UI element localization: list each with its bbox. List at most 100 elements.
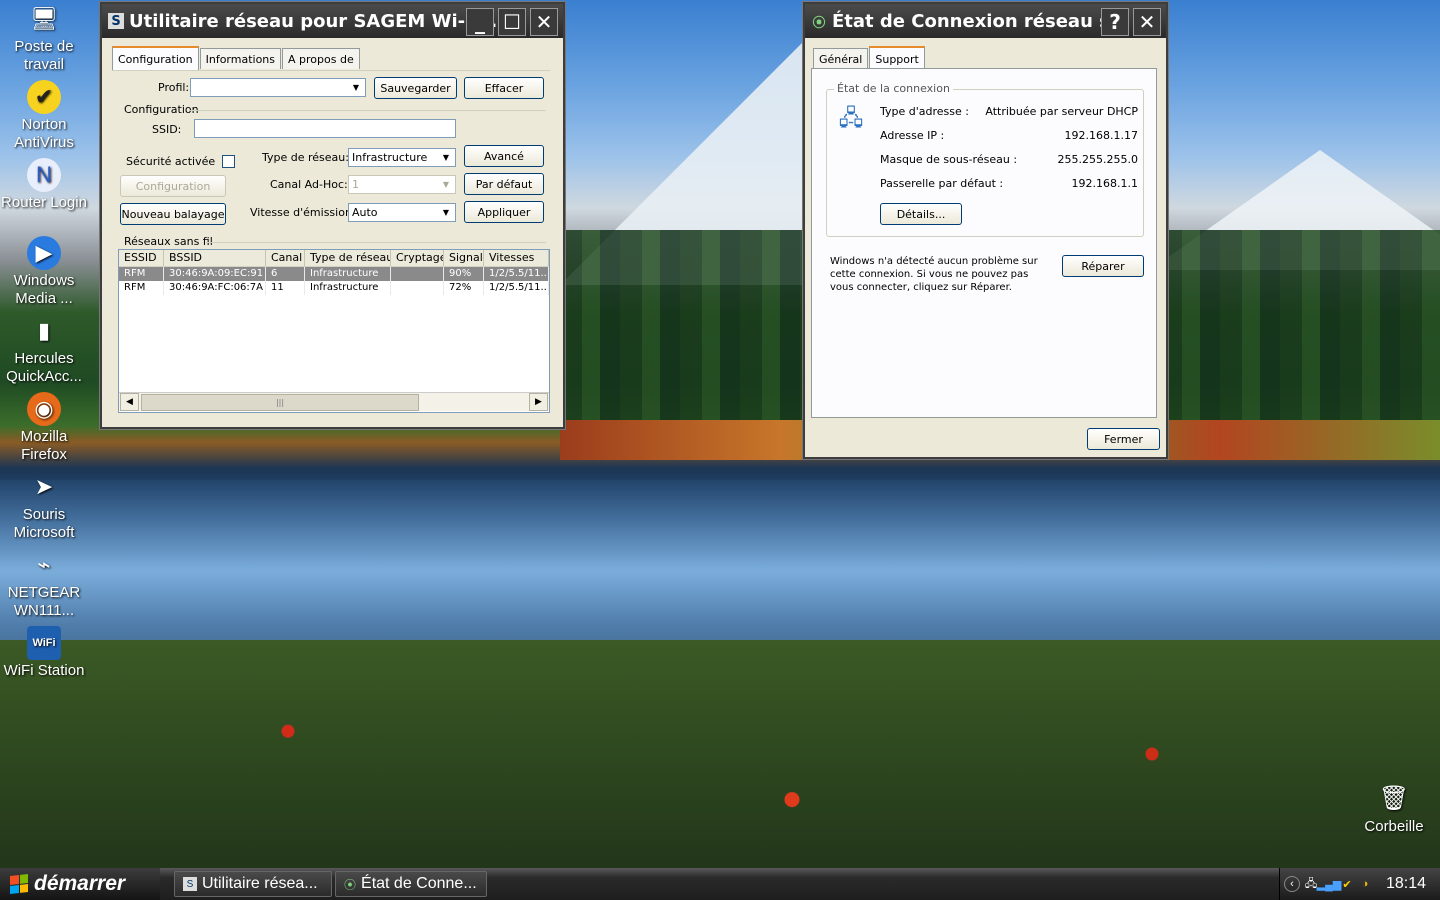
desktop-icon-label: Souris Microsoft (13, 506, 75, 541)
close-button[interactable]: ✕ (530, 8, 558, 36)
netgear-icon: ⌁ (37, 552, 51, 577)
apply-button[interactable]: Appliquer (464, 201, 544, 223)
recycle-bin[interactable]: 🗑 Corbeille (1350, 782, 1438, 836)
support-panel: État de la connexion 🖧 Type d'adresse : … (811, 68, 1157, 418)
repair-button[interactable]: Réparer (1062, 255, 1144, 277)
column-canal[interactable]: Canal (266, 250, 305, 266)
advanced-button[interactable]: Avancé (464, 145, 544, 167)
scroll-right-button[interactable]: ▶ (529, 393, 548, 411)
connection-group-title: État de la connexion (834, 82, 953, 95)
tx-rate-select[interactable]: Auto ▼ (348, 203, 456, 222)
networks-list-rows: RFM 30:46:9A:09:EC:91 6 Infrastructure 90% 1/… (119, 267, 549, 295)
desktop-icon-label: NETGEAR WN111... (7, 584, 81, 619)
desktop-icon-label: Hercules QuickAcc... (6, 350, 82, 385)
network-type-select[interactable]: Infrastructure ▼ (348, 148, 456, 167)
start-button[interactable]: démarrer (0, 868, 160, 900)
chevron-left-icon[interactable]: ‹ (1284, 876, 1300, 892)
desktop-icon-netgear[interactable]: ⌁ NETGEAR WN111... (0, 548, 88, 620)
address-type-label: Type d'adresse : (880, 105, 969, 118)
computer-icon: 🖥 (30, 6, 58, 31)
norton-icon: ✔ (27, 80, 61, 114)
desktop-icon-label: WiFi Station (3, 662, 85, 679)
column-cryptage[interactable]: Cryptage (391, 250, 444, 266)
adhoc-channel-label: Canal Ad-Hoc: (270, 178, 348, 191)
details-button[interactable]: Détails... (880, 203, 962, 225)
wifi-station-icon: WiFi (27, 626, 61, 660)
cell-cryptage (391, 281, 444, 295)
desktop-icon-firefox[interactable]: ◉ Mozilla Firefox (0, 392, 88, 464)
column-bssid[interactable]: BSSID (164, 250, 266, 266)
tab-a-propos[interactable]: A propos de (282, 48, 360, 69)
networks-list[interactable]: ESSID BSSID Canal Type de réseau Cryptag… (118, 249, 550, 413)
minimize-button[interactable]: _ (466, 8, 494, 36)
desktop-icon-label: Norton AntiVirus (14, 116, 74, 151)
chevron-down-icon: ▼ (442, 180, 450, 189)
cell-canal: 11 (266, 281, 305, 295)
column-type[interactable]: Type de réseau (305, 250, 391, 266)
network-icon: ⦿ (344, 877, 357, 892)
network-connection-icon: 🖧 (838, 106, 864, 131)
tab-informations[interactable]: Informations (199, 48, 282, 69)
close-dialog-button[interactable]: Fermer (1087, 428, 1160, 450)
cell-signal: 72% (444, 281, 484, 295)
sagem-window-title: Utilitaire réseau pour SAGEM Wi-Fi... (129, 10, 505, 32)
rescan-button[interactable]: Nouveau balayage (120, 203, 226, 225)
address-type-value: Attribuée par serveur DHCP (985, 105, 1138, 118)
save-button[interactable]: Sauvegarder (374, 77, 457, 99)
desktop-icon-norton[interactable]: ✔ Norton AntiVirus (0, 80, 88, 152)
windows-logo-icon (10, 874, 28, 894)
desktop-icon-wifi-station[interactable]: WiFi WiFi Station (0, 626, 88, 680)
default-button[interactable]: Par défaut (464, 173, 544, 195)
ssid-field[interactable] (194, 119, 456, 138)
taskbar-item-connection-status[interactable]: ⦿ État de Conne... (335, 871, 487, 897)
desktop-icon-media-player[interactable]: ▶ Windows Media ... (0, 236, 88, 308)
configuration-button[interactable]: Configuration (120, 175, 226, 197)
cell-type: Infrastructure (305, 267, 391, 281)
wifi-signal-icon[interactable]: ▂▄▆ (1317, 877, 1342, 891)
norton-tray-icon[interactable]: ✔ (1340, 877, 1354, 891)
delete-button[interactable]: Effacer (464, 77, 544, 99)
close-button[interactable]: ✕ (1133, 8, 1161, 36)
desktop-icon-label: Poste de travail (14, 38, 74, 73)
help-button[interactable]: ? (1101, 8, 1129, 36)
tab-configuration[interactable]: Configuration (112, 46, 199, 70)
column-signal[interactable]: Signal (444, 250, 484, 266)
column-essid[interactable]: ESSID (119, 250, 164, 266)
desktop-icon-hercules[interactable]: ▮ Hercules QuickAcc... (0, 314, 88, 386)
start-label: démarrer (34, 872, 126, 895)
network-icon: ⦿ (812, 15, 826, 31)
security-shield-icon[interactable]: ◑ (1358, 877, 1372, 891)
tab-support[interactable]: Support (869, 46, 925, 70)
horizontal-scrollbar[interactable]: ◀ ||| ▶ (119, 392, 549, 411)
clock[interactable]: 18:14 (1386, 875, 1426, 893)
adhoc-channel-select[interactable]: 1 ▼ (348, 175, 456, 194)
chevron-down-icon: ▼ (442, 208, 450, 217)
cell-bssid: 30:46:9A:FC:06:7A (164, 281, 266, 295)
column-vitesses[interactable]: Vitesses (484, 250, 549, 266)
desktop-icon-mouse-pointer[interactable]: ➤ Souris Microsoft (0, 470, 88, 542)
gateway-label: Passerelle par défaut : (880, 177, 1004, 190)
sagem-app-icon: S (183, 877, 197, 891)
firefox-icon: ◉ (27, 392, 61, 426)
scroll-thumb[interactable]: ||| (141, 394, 419, 411)
wallpaper-flowers (0, 640, 1440, 868)
table-row[interactable]: RFM 30:46:9A:09:EC:91 6 Infrastructure 90% 1/… (119, 267, 549, 281)
cell-essid: RFM (119, 281, 164, 295)
profile-select[interactable]: ▼ (190, 78, 366, 97)
networks-group-line (206, 242, 546, 243)
mask-value: 255.255.255.0 (1057, 153, 1138, 166)
maximize-button[interactable]: ☐ (498, 8, 526, 36)
sagem-app-icon: S (108, 13, 124, 29)
taskbar-item-sagem[interactable]: S Utilitaire résea... (174, 871, 332, 897)
hercules-icon: ▮ (37, 318, 51, 343)
desktop-icon-router-login[interactable]: N Router Login (0, 158, 88, 212)
repair-text: Windows n'a détecté aucun problème sur c… (830, 256, 1038, 293)
security-checkbox[interactable] (222, 155, 235, 168)
scroll-left-button[interactable]: ◀ (120, 393, 139, 411)
networks-group-title: Réseaux sans fil (124, 235, 213, 248)
table-row[interactable]: RFM 30:46:9A:FC:06:7A 11 Infrastructure 72% 1… (119, 281, 549, 295)
desktop-icon-computer[interactable]: 🖥 Poste de travail (0, 2, 88, 74)
ip-value: 192.168.1.17 (1064, 129, 1138, 142)
cell-signal: 90% (444, 267, 484, 281)
tab-general[interactable]: Général (813, 48, 869, 69)
